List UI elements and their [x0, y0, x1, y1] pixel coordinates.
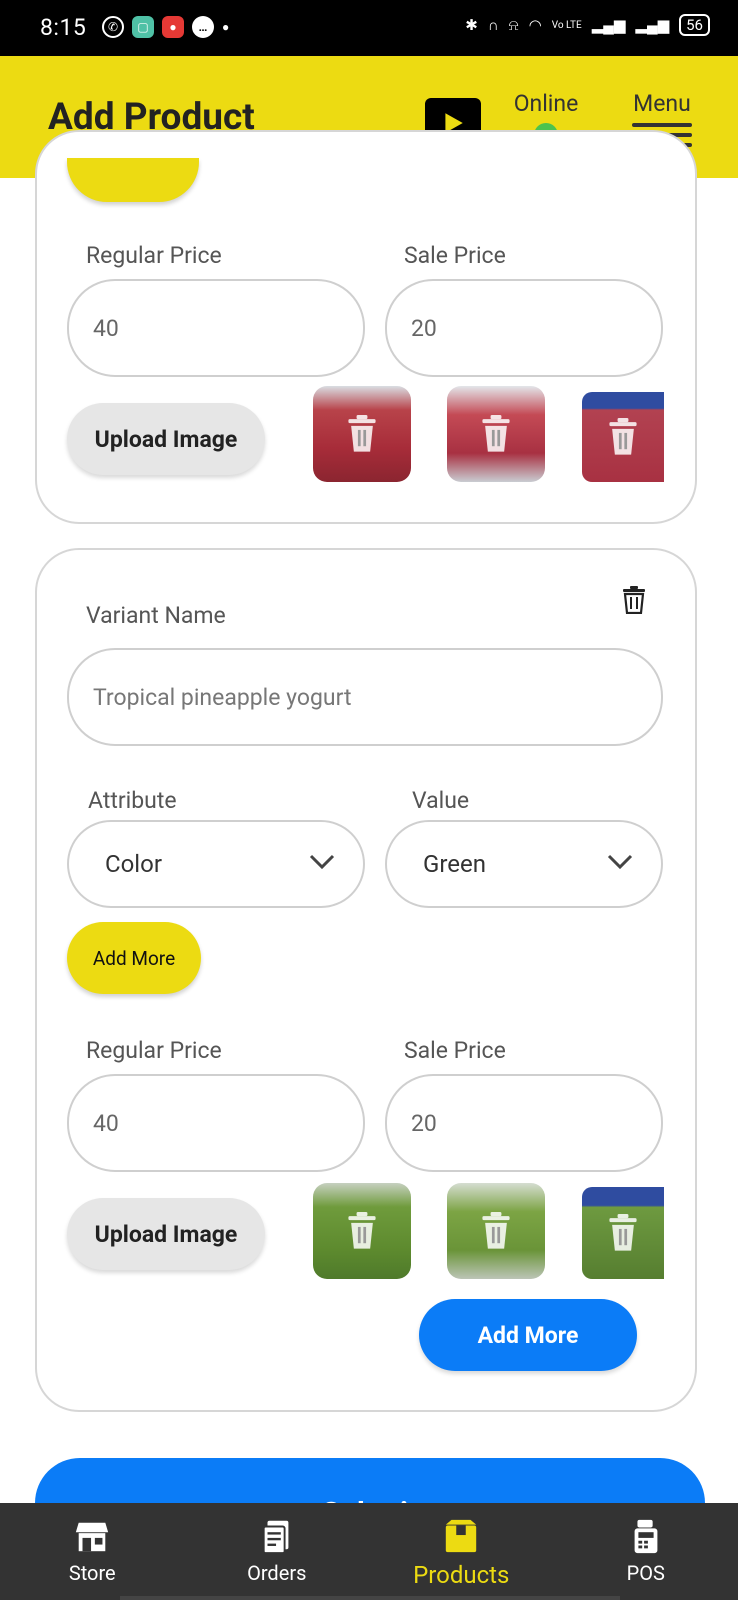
add-more-variant-button[interactable]: Add More [419, 1299, 637, 1371]
nav-item-orders[interactable]: Orders [185, 1503, 370, 1600]
add-more-attribute-button-partial[interactable] [67, 158, 199, 202]
messenger-icon: … [192, 16, 214, 38]
regular-price-label: Regular Price [86, 242, 222, 269]
headset-icon: ∩ [487, 16, 499, 34]
signal-icon-2: ▂▄▆ [635, 16, 670, 34]
delete-image-icon[interactable] [479, 1212, 513, 1250]
store-icon [76, 1522, 109, 1552]
products-icon [446, 1519, 477, 1553]
upload-image-button[interactable]: Upload Image [67, 403, 265, 475]
regular-price-input[interactable]: 40 [67, 1074, 365, 1172]
product-image-thumbnail[interactable] [582, 1187, 664, 1279]
sale-price-input[interactable]: 20 [385, 1074, 663, 1172]
add-more-attribute-button[interactable]: Add More [67, 922, 201, 994]
nav-label-store: Store [68, 1561, 116, 1585]
delete-image-icon[interactable] [345, 415, 379, 453]
status-time: 8:15 [40, 14, 87, 41]
whatsapp-icon: ✆ [102, 16, 124, 38]
variant-name-label: Variant Name [86, 602, 226, 629]
wifi-icon: ◠ [528, 16, 542, 34]
sale-price-label: Sale Price [404, 242, 506, 269]
nav-label-pos: POS [626, 1561, 665, 1585]
bottom-navigation: Store Orders Products POS [0, 1503, 738, 1600]
value-label: Value [412, 787, 470, 814]
regular-price-label: Regular Price [86, 1037, 222, 1064]
online-label: Online [513, 90, 579, 117]
app-icon-red: ● [162, 16, 184, 38]
signal-icon: ▂▄▆ [591, 16, 626, 34]
chevron-down-icon [309, 854, 335, 870]
product-image-thumbnail[interactable] [447, 386, 545, 482]
attribute-select[interactable]: Color [67, 820, 365, 908]
nav-item-pos[interactable]: POS [554, 1503, 738, 1600]
product-image-thumbnail[interactable] [447, 1183, 545, 1279]
upload-image-button[interactable]: Upload Image [67, 1198, 265, 1270]
system-icons: ✱ ∩ ⍾ ◠ Vo LTE ▂▄▆ ▂▄▆ 56 [465, 14, 710, 36]
app-icon: ▢ [132, 16, 154, 38]
product-image-thumbnail[interactable] [313, 386, 411, 482]
sale-price-input[interactable]: 20 [385, 279, 663, 377]
pos-icon [634, 1519, 658, 1554]
regular-price-input[interactable]: 40 [67, 279, 365, 377]
product-image-thumbnail[interactable] [582, 392, 664, 482]
value-selected-value: Green [423, 850, 486, 878]
product-image-thumbnail[interactable] [313, 1183, 411, 1279]
network-label: Vo LTE [551, 19, 582, 31]
bluetooth-icon: ✱ [465, 16, 478, 34]
more-notifications-icon: ● [222, 20, 230, 34]
delete-image-icon[interactable] [606, 418, 640, 456]
nav-label-products: Products [413, 1561, 510, 1589]
vibrate-icon: ⍾ [508, 16, 519, 34]
attribute-selected-value: Color [105, 850, 162, 878]
sale-price-label: Sale Price [404, 1037, 506, 1064]
battery-icon: 56 [679, 14, 710, 36]
delete-image-icon[interactable] [479, 415, 513, 453]
attribute-label: Attribute [88, 787, 177, 814]
menu-label: Menu [633, 90, 691, 117]
variant-name-input[interactable]: Tropical pineapple yogurt [67, 648, 663, 746]
chevron-down-icon [607, 854, 633, 870]
status-bar: 8:15 ✆ ▢ ● … ● ✱ ∩ ⍾ ◠ Vo LTE ▂▄▆ ▂▄▆ 56 [0, 0, 738, 56]
notification-icons: ✆ ▢ ● … ● [102, 16, 229, 38]
delete-image-icon[interactable] [345, 1212, 379, 1250]
nav-item-store[interactable]: Store [0, 1503, 185, 1600]
gesture-bar [120, 1596, 620, 1600]
orders-icon [262, 1520, 289, 1555]
nav-label-orders: Orders [247, 1561, 307, 1585]
delete-image-icon[interactable] [606, 1214, 640, 1252]
nav-item-products[interactable]: Products [369, 1503, 554, 1600]
value-select[interactable]: Green [385, 820, 663, 908]
delete-variant-icon[interactable] [621, 586, 647, 614]
